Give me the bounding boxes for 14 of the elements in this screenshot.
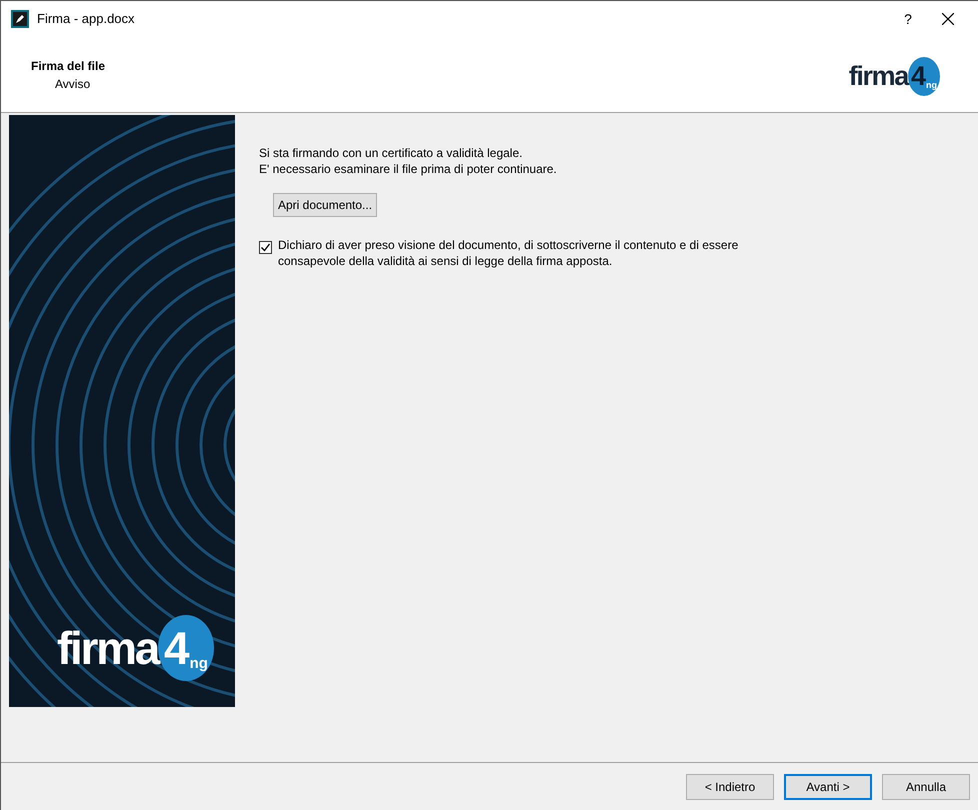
page-title: Firma del file [31,58,106,74]
page-subtitle: Avviso [55,76,92,92]
wizard-button[interactable]: < Indietro [686,774,774,800]
open-document-button[interactable]: Apri documento... [273,193,378,217]
wizard-button[interactable]: Annulla [882,774,970,800]
close-icon [942,13,954,25]
pen-icon [11,10,29,28]
wizard-button[interactable]: Avanti > [784,774,872,800]
help-button[interactable]: ? [888,8,928,30]
info-message: Si sta firmando con un certificato a validità legale. E' necessario esaminare il file prima di poter continuare. [259,145,558,177]
banner-logo: firma4ng [57,615,214,681]
declaration-text: Dichiaro di aver preso visione del documento, di sottoscriverne il contenuto e di essere consapevole della validità ai sensi di legge della firma apposta. [278,237,740,269]
declaration-checkbox[interactable] [259,241,272,254]
window-title: Firma - app.docx [37,10,135,28]
